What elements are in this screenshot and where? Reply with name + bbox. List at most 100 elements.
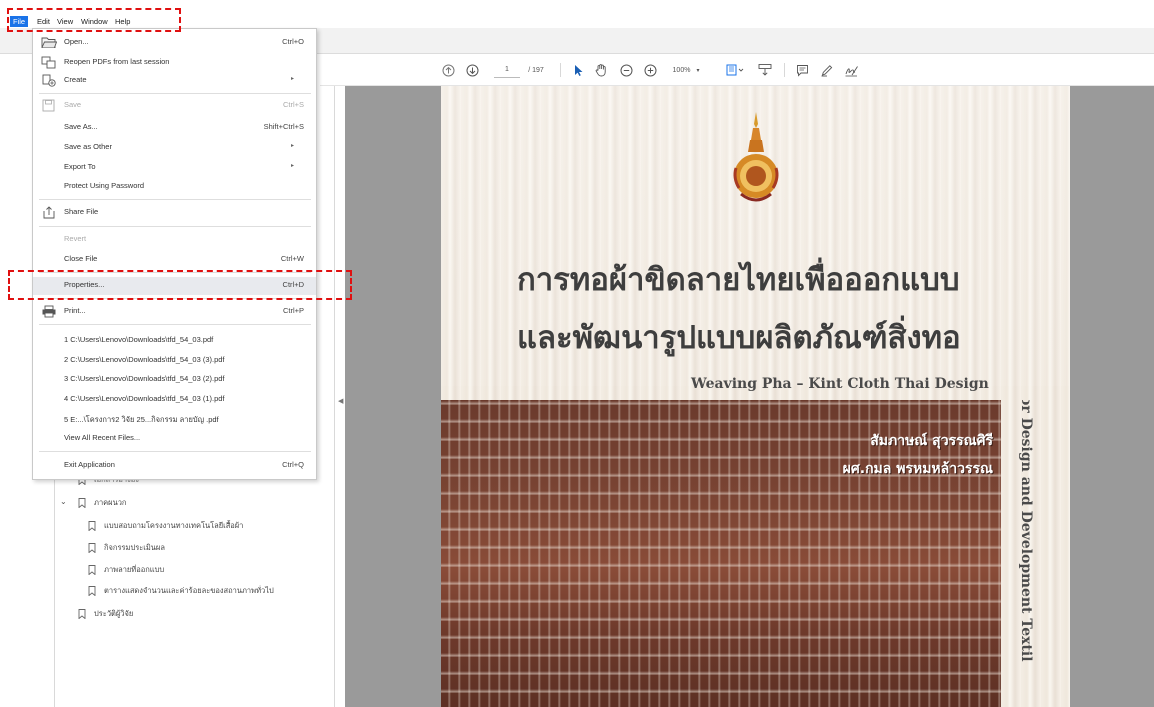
zoom-level-dropdown[interactable]: 100% ▾ xyxy=(666,62,706,78)
menu-item-label: Revert xyxy=(64,234,87,243)
menu-item-label: Save xyxy=(64,100,82,109)
bookmark-icon xyxy=(78,498,86,508)
menu-item-label: Save As... xyxy=(64,122,98,131)
bookmark-icon xyxy=(88,543,96,553)
menu-separator xyxy=(39,199,311,200)
vertical-title-strip: for Design and Development Textil xyxy=(1001,400,1070,707)
menu-item-shortcut: Ctrl+P xyxy=(282,306,304,315)
page-total-label: / 197 xyxy=(528,66,544,74)
file-menu-highlight xyxy=(7,8,181,32)
menu-item-open[interactable]: Open... Ctrl+O xyxy=(33,34,316,52)
comment-icon[interactable] xyxy=(794,62,810,78)
bookmark-child-item[interactable]: ภาพลายที่ออกแบบ xyxy=(88,564,164,576)
menu-item-label: Protect Using Password xyxy=(64,181,145,190)
woven-cloth-image: สัมภาษณ์ สุวรรณศิรี ผศ.กมล พรหมหล้าวรรณ xyxy=(441,400,1001,707)
page-toolbar: 1 / 197 100% ▾ xyxy=(320,54,1154,86)
menu-item-label: Reopen PDFs from last session xyxy=(64,57,170,66)
menu-item-reopen[interactable]: Reopen PDFs from last session xyxy=(33,54,316,72)
bookmark-icon xyxy=(88,521,96,531)
file-menu-dropdown: Open... Ctrl+O Reopen PDFs from last ses… xyxy=(32,28,317,480)
menu-item-close-file[interactable]: Close File Ctrl+W xyxy=(33,251,316,269)
next-page-icon[interactable] xyxy=(464,62,480,78)
page-number-input[interactable]: 1 xyxy=(494,62,520,78)
submenu-arrow-icon: ▸ xyxy=(290,76,294,82)
bookmark-label: ประวัติผู้วิจัย xyxy=(94,609,134,618)
menu-item-recent-file[interactable]: 1 C:\Users\Lenovo\Downloads\tfd_54_03.pd… xyxy=(33,332,316,350)
menu-item-print[interactable]: Print... Ctrl+P xyxy=(33,303,316,321)
zoom-out-icon[interactable] xyxy=(618,62,634,78)
menu-item-share-file[interactable]: Share File xyxy=(33,204,316,222)
author-name-2: ผศ.กมล พรหมหล้าวรรณ xyxy=(842,461,993,477)
menu-item-save-as-other[interactable]: Save as Other ▸ xyxy=(33,139,316,157)
menu-item-shortcut: Ctrl+S xyxy=(282,100,304,109)
save-icon xyxy=(42,99,55,112)
menu-separator xyxy=(39,226,311,227)
author-name-1: สัมภาษณ์ สุวรรณศิรี xyxy=(870,433,993,449)
menu-item-save-as[interactable]: Save As... Shift+Ctrl+S xyxy=(33,119,316,137)
bookmark-label: ภาคผนวก xyxy=(94,498,127,507)
highlight-pen-icon[interactable] xyxy=(818,62,834,78)
share-icon xyxy=(43,206,55,219)
document-subtitle-en: Weaving Pha – Kint Cloth Thai Design xyxy=(691,376,989,392)
menu-item-export-to[interactable]: Export To ▸ xyxy=(33,159,316,177)
chevron-down-icon: ▾ xyxy=(696,67,700,74)
menu-separator xyxy=(39,451,311,452)
pdf-page[interactable]: การทอผ้าขิดลายไทยเพื่อออกแบบ และพัฒนารูป… xyxy=(441,86,1070,707)
bookmark-label: แบบสอบถามโครงงานทางเทคโนโลยีเสื้อผ้า xyxy=(104,521,244,530)
previous-page-icon[interactable] xyxy=(440,62,456,78)
menu-item-label: 1 C:\Users\Lenovo\Downloads\tfd_54_03.pd… xyxy=(64,335,214,344)
menu-item-label: 2 C:\Users\Lenovo\Downloads\tfd_54_03 (3… xyxy=(64,355,225,364)
menu-item-label: Open... xyxy=(64,37,89,46)
menu-item-shortcut: Ctrl+Q xyxy=(282,460,304,469)
menu-item-recent-file[interactable]: 5 E:...\โครงการ2 วิจัย 25...กิจกรรม ลายบ… xyxy=(33,411,316,429)
collapse-panel-icon[interactable]: ◀ xyxy=(338,397,343,405)
bookmark-icon xyxy=(78,609,86,619)
bookmark-child-item[interactable]: แบบสอบถามโครงงานทางเทคโนโลยีเสื้อผ้า xyxy=(88,520,243,532)
printer-icon xyxy=(42,305,56,318)
create-pdf-icon xyxy=(42,74,56,87)
menu-item-recent-file[interactable]: 4 C:\Users\Lenovo\Downloads\tfd_54_03 (1… xyxy=(33,391,316,409)
university-emblem xyxy=(733,112,779,202)
bookmark-child-item[interactable]: กิจกรรมประเมินผล xyxy=(88,542,165,554)
submenu-arrow-icon: ▸ xyxy=(290,163,294,169)
menu-item-recent-file[interactable]: 2 C:\Users\Lenovo\Downloads\tfd_54_03 (3… xyxy=(33,352,316,370)
bookmark-icon xyxy=(88,565,96,575)
menu-separator xyxy=(39,93,311,94)
menu-item-label: 4 C:\Users\Lenovo\Downloads\tfd_54_03 (1… xyxy=(64,394,225,403)
bookmark-item-appendix[interactable]: ภาคผนวก xyxy=(78,497,126,509)
document-vertical-title: for Design and Development Textil xyxy=(1018,400,1034,662)
menu-item-shortcut: Ctrl+O xyxy=(282,37,304,46)
hand-tool-icon[interactable] xyxy=(592,62,610,78)
menu-item-recent-file[interactable]: 3 C:\Users\Lenovo\Downloads\tfd_54_03 (2… xyxy=(33,371,316,389)
menu-item-protect[interactable]: Protect Using Password xyxy=(33,178,316,196)
scroll-mode-icon[interactable] xyxy=(756,62,774,78)
fit-page-icon[interactable] xyxy=(724,62,748,78)
menu-item-label: Share File xyxy=(64,207,99,216)
menu-item-label: Exit Application xyxy=(64,460,115,469)
menu-item-label: View All Recent Files... xyxy=(64,433,141,442)
zoom-in-icon[interactable] xyxy=(642,62,658,78)
bookmark-item-researcher[interactable]: ประวัติผู้วิจัย xyxy=(78,608,133,620)
menu-item-label: Export To xyxy=(64,162,96,171)
menu-separator xyxy=(39,324,311,325)
menu-item-label: 3 C:\Users\Lenovo\Downloads\tfd_54_03 (2… xyxy=(64,374,225,383)
select-tool-icon[interactable] xyxy=(570,62,586,78)
menu-item-revert[interactable]: Revert xyxy=(33,231,316,249)
menu-item-create[interactable]: Create ▸ xyxy=(33,72,316,90)
sign-icon[interactable] xyxy=(842,62,860,78)
bookmark-child-item[interactable]: ตารางแสดงจำนวนและค่าร้อยละของสถานภาพทั่ว… xyxy=(88,585,274,597)
menu-item-shortcut: Ctrl+W xyxy=(280,254,304,263)
menu-item-view-all-recent[interactable]: View All Recent Files... xyxy=(33,430,316,448)
menu-item-label: Print... xyxy=(64,306,86,315)
menu-item-label: Close File xyxy=(64,254,98,263)
menu-item-label: Create xyxy=(64,75,87,84)
menu-item-exit[interactable]: Exit Application Ctrl+Q xyxy=(33,457,316,475)
document-title-line1: การทอผ้าขิดลายไทยเพื่อออกแบบ xyxy=(517,262,960,298)
menu-item-save[interactable]: Save Ctrl+S xyxy=(33,97,316,115)
menu-item-label: 5 E:...\โครงการ2 วิจัย 25...กิจกรรม ลายบ… xyxy=(64,415,219,424)
bookmark-label: ภาพลายที่ออกแบบ xyxy=(104,565,165,574)
chevron-down-icon[interactable]: ⌄ xyxy=(60,497,67,506)
acrobat-window: File Edit View Window Help ◀ เอกสารอ้างอ… xyxy=(0,0,1154,707)
toolbar-separator xyxy=(560,63,561,77)
panel-divider[interactable] xyxy=(334,84,335,707)
